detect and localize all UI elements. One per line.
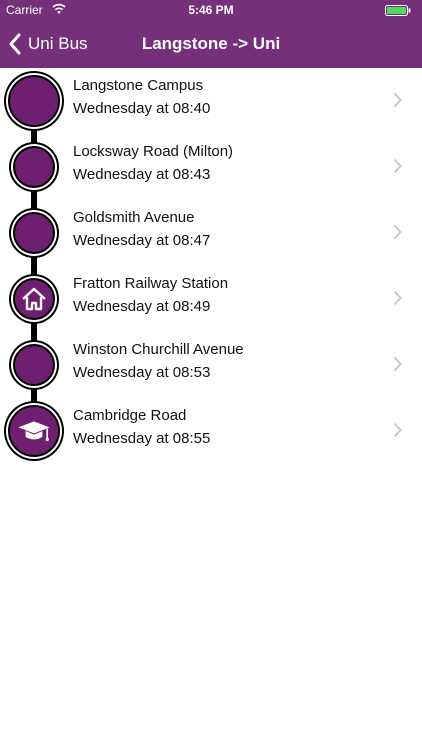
stop-marker xyxy=(13,344,55,386)
stop-list: Langstone Campus Wednesday at 08:40 Lock… xyxy=(0,68,422,464)
chevron-right-icon xyxy=(393,290,402,306)
house-icon xyxy=(22,287,46,311)
stop-name: Locksway Road (Milton) xyxy=(73,143,234,160)
stop-name: Winston Churchill Avenue xyxy=(73,341,244,358)
stop-time: Wednesday at 08:49 xyxy=(73,298,211,315)
status-time: 5:46 PM xyxy=(188,3,234,17)
chevron-right-icon xyxy=(393,92,402,108)
status-bar: Carrier 5:46 PM xyxy=(0,0,422,20)
stop-row[interactable]: Winston Churchill Avenue Wednesday at 08… xyxy=(0,332,422,398)
stop-name: Goldsmith Avenue xyxy=(73,209,195,226)
stop-row[interactable]: Cambridge Road Wednesday at 08:55 xyxy=(0,398,422,464)
stop-row[interactable]: Langstone Campus Wednesday at 08:40 xyxy=(0,68,422,134)
chevron-right-icon xyxy=(393,224,402,240)
stop-time: Wednesday at 08:43 xyxy=(73,166,211,183)
page-title: Langstone -> Uni xyxy=(141,34,281,53)
chevron-right-icon xyxy=(393,422,402,438)
battery-icon xyxy=(385,5,411,16)
stop-time: Wednesday at 08:55 xyxy=(73,430,211,447)
stop-row[interactable]: Fratton Railway Station Wednesday at 08:… xyxy=(0,266,422,332)
stop-row[interactable]: Locksway Road (Milton) Wednesday at 08:4… xyxy=(0,134,422,200)
stop-row[interactable]: Goldsmith Avenue Wednesday at 08:47 xyxy=(0,200,422,266)
stop-marker xyxy=(8,75,60,127)
stop-marker xyxy=(13,278,55,320)
stop-name: Fratton Railway Station xyxy=(73,275,229,292)
stop-name: Langstone Campus xyxy=(73,77,204,94)
stop-time: Wednesday at 08:53 xyxy=(73,364,211,381)
navigation-bar: Uni Bus Langstone -> Uni xyxy=(0,20,422,68)
stop-marker xyxy=(13,146,55,188)
stop-time: Wednesday at 08:40 xyxy=(73,100,211,117)
graduation-cap-icon xyxy=(18,421,50,442)
stop-marker xyxy=(8,405,60,457)
chevron-right-icon xyxy=(393,356,402,372)
chevron-right-icon xyxy=(393,158,402,174)
stop-name: Cambridge Road xyxy=(73,407,187,424)
stop-marker xyxy=(13,212,55,254)
stop-time: Wednesday at 08:47 xyxy=(73,232,211,249)
